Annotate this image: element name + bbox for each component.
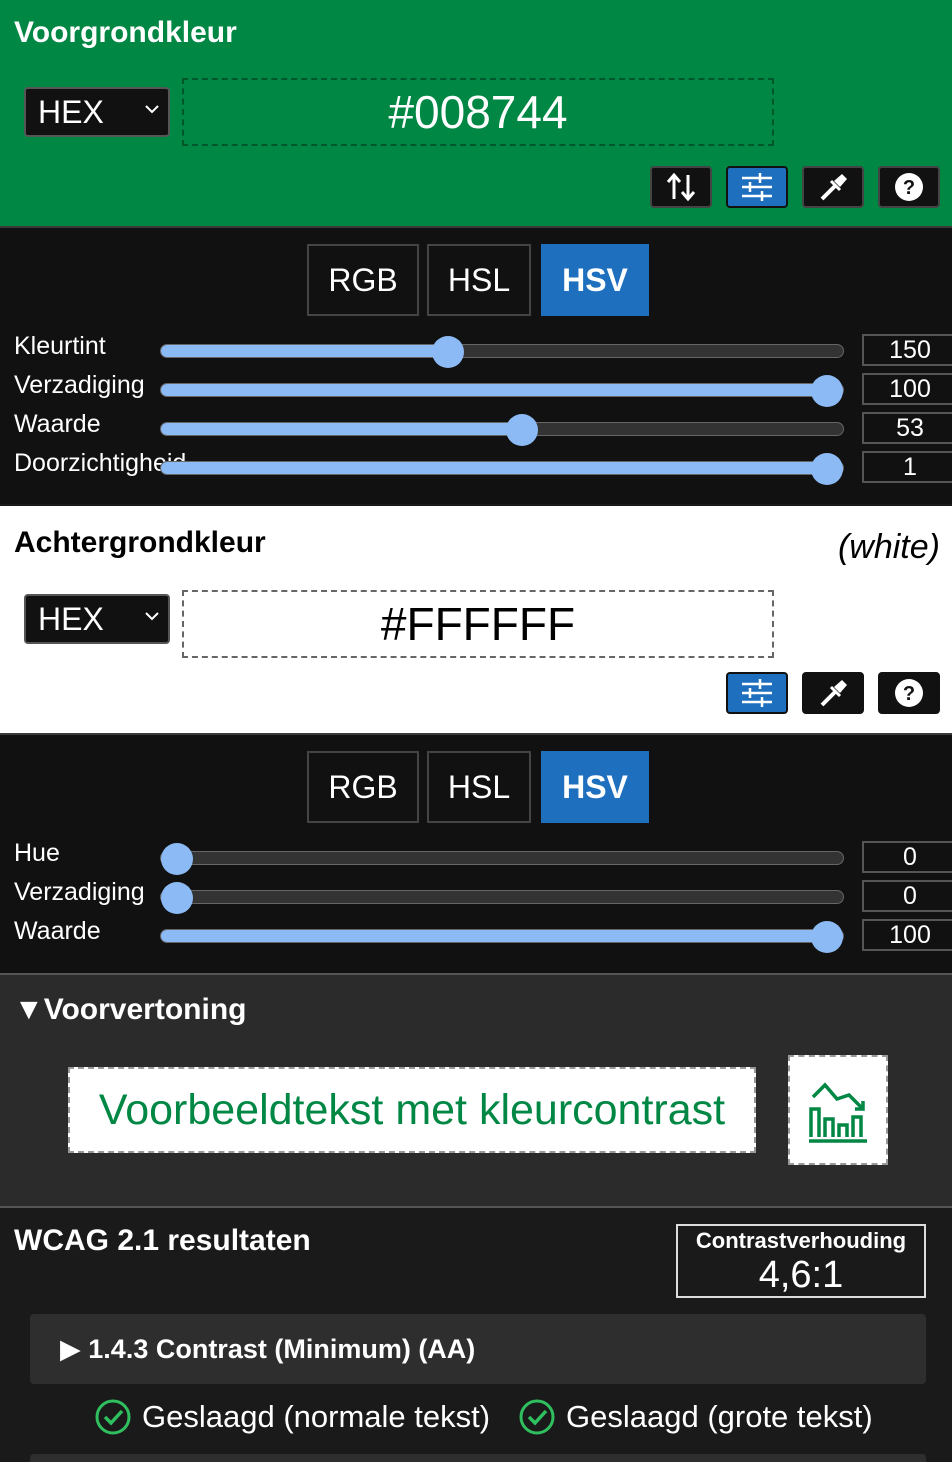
bg-hue-slider[interactable] xyxy=(160,843,844,875)
hue-slider-thumb[interactable] xyxy=(431,336,464,368)
tab-hsv[interactable]: HSV xyxy=(541,244,649,316)
preview-section: ▼Voorvertoning Voorbeeldtekst met kleurc… xyxy=(0,973,952,1206)
foreground-format-value: HEX xyxy=(38,94,104,130)
bg-value-slider[interactable] xyxy=(160,921,844,953)
background-eyedropper-button[interactable] xyxy=(802,672,864,714)
criterion-label: 1.4.3 Contrast (Minimum) (AA) xyxy=(88,1334,476,1364)
value-slider[interactable] xyxy=(160,414,844,446)
saturation-slider[interactable] xyxy=(160,375,844,407)
background-format-select[interactable]: HEX xyxy=(24,594,170,644)
bg-hue-slider-thumb[interactable] xyxy=(161,843,193,875)
preview-toggle[interactable]: ▼Voorvertoning xyxy=(14,993,246,1027)
bg-hue-value-input[interactable]: 0 xyxy=(862,841,952,873)
foreground-title: Voorgrondkleur xyxy=(14,16,237,49)
slider-label-value: Waarde xyxy=(14,410,101,438)
foreground-format-select[interactable]: HEX xyxy=(24,87,170,137)
bg-saturation-value-input[interactable]: 0 xyxy=(862,880,952,912)
result-normal-text: Geslaagd (normale tekst) xyxy=(94,1398,490,1436)
tab-hsl[interactable]: HSL xyxy=(427,751,531,823)
sliders-icon xyxy=(742,173,772,201)
criterion-1-4-3-toggle[interactable]: ▶ 1.4.3 Contrast (Minimum) (AA) xyxy=(30,1314,926,1384)
tab-rgb[interactable]: RGB xyxy=(307,751,419,823)
result-large-label: Geslaagd (grote tekst) xyxy=(566,1399,873,1434)
saturation-value-input[interactable]: 100 xyxy=(862,373,952,405)
chevron-down-icon xyxy=(145,612,159,621)
background-hex-input[interactable]: #FFFFFF xyxy=(182,590,774,658)
opacity-slider[interactable] xyxy=(160,453,844,485)
background-color-name: (white) xyxy=(837,528,940,566)
tab-rgb[interactable]: RGB xyxy=(307,244,419,316)
preview-sample-text: Voorbeeldtekst met kleurcontrast xyxy=(68,1067,756,1153)
chevron-down-icon xyxy=(145,105,159,114)
bar-chart-icon xyxy=(809,1082,867,1143)
help-icon: ? xyxy=(895,679,923,707)
background-title: Achtergrondkleur xyxy=(14,526,266,559)
check-circle-icon xyxy=(95,1399,131,1435)
contrast-ratio-box: Contrastverhouding 4,6:1 xyxy=(676,1224,926,1298)
next-criterion-row[interactable] xyxy=(30,1454,926,1462)
svg-text:?: ? xyxy=(903,177,915,199)
swap-colors-button[interactable] xyxy=(650,166,712,208)
svg-text:?: ? xyxy=(903,683,915,705)
bg-saturation-slider[interactable] xyxy=(160,882,844,914)
help-icon: ? xyxy=(895,173,923,201)
result-large-text: Geslaagd (grote tekst) xyxy=(518,1398,873,1436)
background-help-button[interactable]: ? xyxy=(878,672,940,714)
value-value-input[interactable]: 53 xyxy=(862,412,952,444)
triangle-right-icon: ▶ xyxy=(60,1334,81,1364)
eyedropper-icon xyxy=(820,174,847,201)
foreground-model-panel: RGB HSL HSV Kleurtint 150 Verzadiging 10… xyxy=(0,226,952,504)
slider-label-saturation: Verzadiging xyxy=(14,371,145,399)
opacity-slider-fill xyxy=(161,462,843,474)
eyedropper-icon xyxy=(820,680,847,707)
check-circle-icon xyxy=(519,1399,555,1435)
bg-saturation-slider-thumb[interactable] xyxy=(161,882,193,914)
opacity-slider-thumb[interactable] xyxy=(811,453,843,485)
saturation-slider-fill xyxy=(161,384,843,396)
contrast-chart-button[interactable] xyxy=(788,1055,888,1165)
slider-label-hue: Kleurtint xyxy=(14,332,106,360)
result-normal-label: Geslaagd (normale tekst) xyxy=(142,1399,491,1434)
foreground-sliders-button[interactable] xyxy=(726,166,788,208)
value-slider-thumb[interactable] xyxy=(505,414,538,446)
bg-value-slider-fill xyxy=(161,930,843,942)
foreground-help-button[interactable]: ? xyxy=(878,166,940,208)
swap-arrows-icon xyxy=(666,172,696,202)
wcag-section: WCAG 2.1 resultaten Contrastverhouding 4… xyxy=(0,1206,952,1462)
foreground-section: Voorgrondkleur HEX #008744 ? xyxy=(0,0,952,226)
foreground-eyedropper-button[interactable] xyxy=(802,166,864,208)
background-section: Achtergrondkleur (white) HEX #FFFFFF ? xyxy=(0,506,952,733)
background-format-value: HEX xyxy=(38,601,104,637)
bg-value-slider-thumb[interactable] xyxy=(811,921,843,953)
preview-title: Voorvertoning xyxy=(43,993,247,1026)
value-slider-fill xyxy=(161,423,523,435)
background-model-panel: RGB HSL HSV Hue 0 Verzadiging 0 Waarde 1… xyxy=(0,733,952,973)
background-sliders-button[interactable] xyxy=(726,672,788,714)
opacity-value-input[interactable]: 1 xyxy=(862,451,952,483)
slider-label-hue: Hue xyxy=(14,839,60,867)
contrast-ratio-label: Contrastverhouding xyxy=(695,1228,907,1253)
tab-hsv[interactable]: HSV xyxy=(541,751,649,823)
hue-slider[interactable] xyxy=(160,336,844,368)
tab-hsl[interactable]: HSL xyxy=(427,244,531,316)
saturation-slider-thumb[interactable] xyxy=(811,375,843,407)
hue-slider-fill xyxy=(161,345,446,357)
slider-label-value: Waarde xyxy=(14,917,101,945)
bg-value-value-input[interactable]: 100 xyxy=(862,919,952,951)
sliders-icon xyxy=(742,679,772,707)
hue-value-input[interactable]: 150 xyxy=(862,334,952,366)
triangle-down-icon: ▼ xyxy=(14,993,44,1026)
contrast-ratio-value: 4,6:1 xyxy=(758,1254,844,1296)
slider-label-saturation: Verzadiging xyxy=(14,878,145,906)
wcag-title: WCAG 2.1 resultaten xyxy=(14,1224,311,1257)
foreground-hex-input[interactable]: #008744 xyxy=(182,78,774,146)
